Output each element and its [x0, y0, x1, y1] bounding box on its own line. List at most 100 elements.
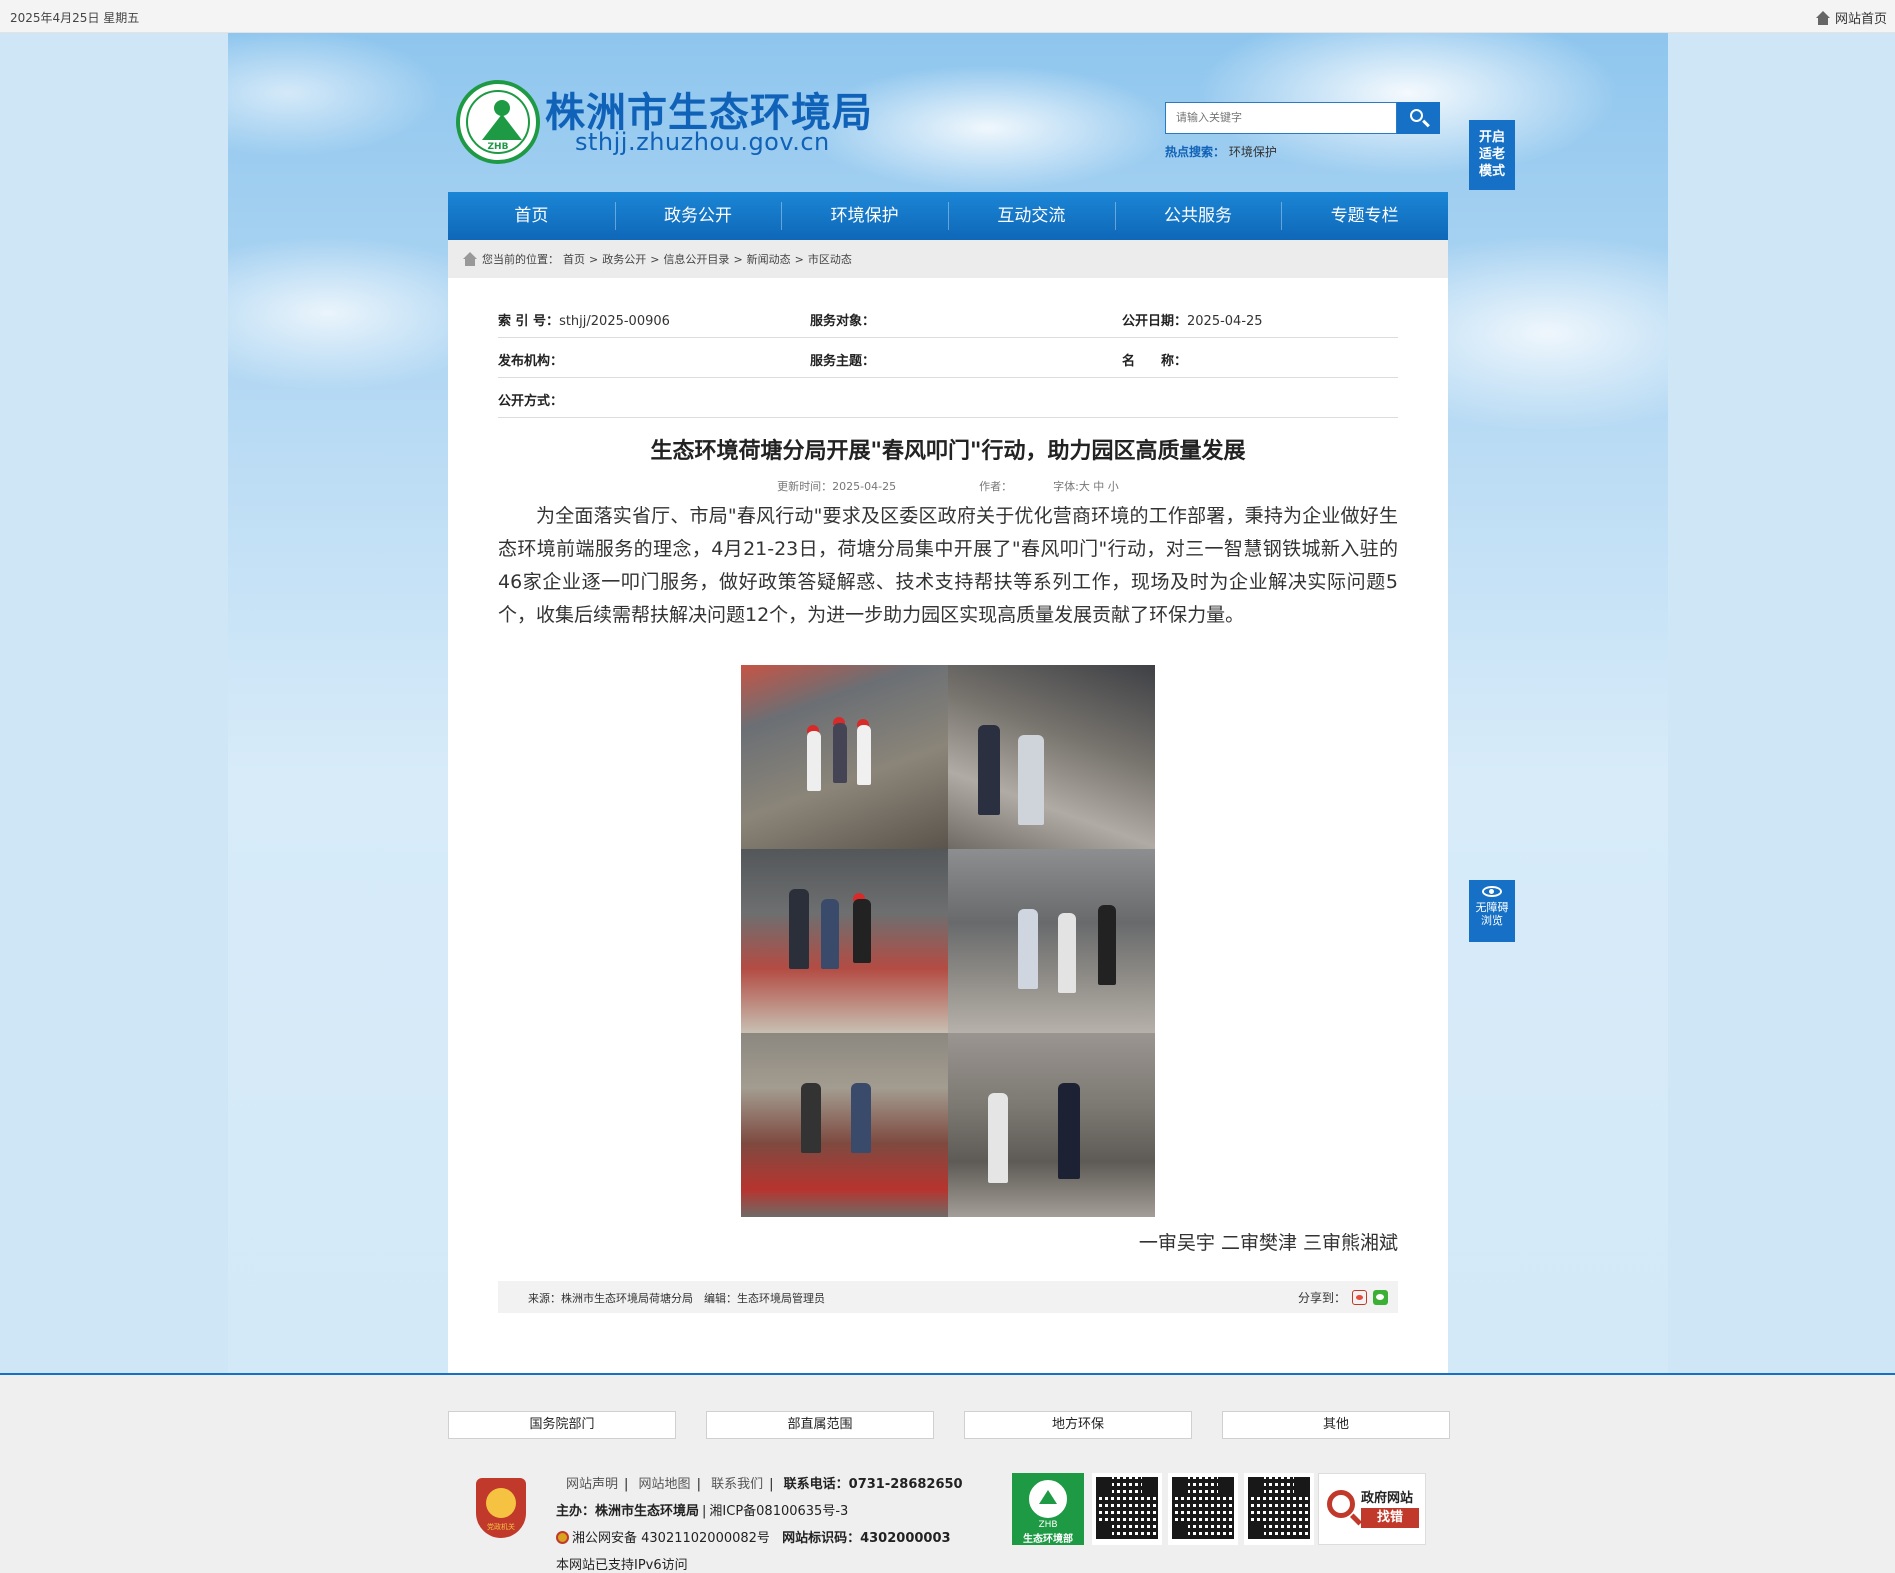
breadcrumb-label: 您当前的位置：: [482, 253, 559, 266]
accessibility-label: 无障碍 浏览: [1475, 901, 1509, 927]
share-bar: 分享到：: [1298, 1289, 1388, 1306]
article-title: 生态环境荷塘分局开展"春风叩门"行动，助力园区高质量发展: [650, 439, 1246, 464]
qr-code-icon: [1244, 1473, 1314, 1545]
breadcrumb-sep: >: [589, 252, 599, 266]
mee-logo-label: 生态环境部: [1023, 1534, 1073, 1545]
hot-search: 热点搜索： 环境保护: [1165, 143, 1277, 160]
search-box: [1165, 102, 1440, 134]
footer-phone: 0731-28682650: [848, 1477, 963, 1492]
photo-tile: [948, 665, 1155, 849]
breadcrumb-item[interactable]: 新闻动态: [747, 251, 791, 267]
font-size-switch[interactable]: 字体:大 中 小: [1053, 480, 1119, 493]
footer-site-id-label: 网站标识码：: [782, 1531, 861, 1546]
site-home-label: 网站首页: [1834, 12, 1887, 27]
mee-logo-link[interactable]: ZHB 生态环境部: [1012, 1473, 1084, 1545]
article-panel: 索 引 号：sthjj/2025-00906 服务对象： 公开日期：2025-0…: [448, 278, 1448, 1373]
footer-info: 网站声明 | 网站地图 | 联系我们 | 联系电话：0731-28682650 主办：…: [556, 1471, 963, 1573]
party-gov-badge-text: 党政机关: [487, 1523, 515, 1531]
meta-row: 发布机构： 服务主题： 名 称：: [498, 338, 1398, 378]
footer-ipv6: 本网站已支持IPv6访问: [556, 1558, 688, 1573]
footer-host: 主办：株洲市生态环境局: [556, 1504, 700, 1519]
eye-icon: [1482, 886, 1502, 897]
breadcrumb-item[interactable]: 市区动态: [808, 251, 852, 267]
meta-org-label: 发布机构：: [498, 354, 564, 369]
party-gov-badge[interactable]: 党政机关: [476, 1478, 526, 1538]
footer-link-sitemap[interactable]: 网站地图: [639, 1477, 691, 1492]
mee-logo-icon: [1029, 1480, 1067, 1518]
qr-code-icon: [1092, 1473, 1162, 1545]
breadcrumb: 您当前的位置： 首页 > 政务公开 > 信息公开目录 > 新闻动态 > 市区动态: [448, 240, 1448, 278]
meta-date-label: 公开日期：: [1122, 314, 1188, 329]
share-label: 分享到：: [1297, 1291, 1346, 1305]
footer-link-contact[interactable]: 联系我们: [711, 1477, 763, 1492]
nav-item-env-protection[interactable]: 环境保护: [781, 192, 948, 240]
breadcrumb-item[interactable]: 政务公开: [602, 251, 646, 267]
search-button[interactable]: [1397, 102, 1440, 134]
footer-select-ministry[interactable]: 部直属范围: [706, 1411, 934, 1439]
meta-date: 公开日期：2025-04-25: [1122, 310, 1263, 329]
qr-code-icon: [1168, 1473, 1238, 1545]
nav-item-gov-affairs[interactable]: 政务公开: [614, 192, 782, 240]
meta-name-label: 名 称：: [1122, 354, 1188, 369]
update-label: 更新时间：: [777, 480, 833, 493]
weibo-icon[interactable]: [1352, 1290, 1367, 1305]
article-source-bar: 来源：株洲市生态环境局荷塘分局 编辑：生态环境局管理员 分享到：: [498, 1281, 1398, 1313]
site-home-link[interactable]: 网站首页: [1815, 8, 1887, 27]
hot-search-label: 热点搜索：: [1165, 145, 1226, 159]
logo-text: ZHB: [487, 142, 509, 152]
nav-item-home[interactable]: 首页: [448, 192, 615, 240]
photo-tile: [741, 849, 948, 1033]
main-nav: 首页 政务公开 环境保护 互动交流 公共服务 专题专栏: [448, 192, 1448, 240]
footer-police[interactable]: 湘公网安备 43021102000082号: [572, 1531, 770, 1546]
breadcrumb-item[interactable]: 首页: [563, 251, 585, 267]
footer-select-local-env[interactable]: 地方环保: [964, 1411, 1192, 1439]
nav-item-public-service[interactable]: 公共服务: [1114, 192, 1282, 240]
nav-item-special-topics[interactable]: 专题专栏: [1281, 192, 1448, 240]
review-signature: 一审吴宇 二审樊津 三审熊湘斌: [1138, 1232, 1398, 1254]
footer: 国务院部门 部直属范围 地方环保 其他 党政机关 网站声明 | 网站地图 | 联系我…: [0, 1373, 1895, 1573]
accessibility-button[interactable]: 无障碍 浏览: [1469, 880, 1515, 942]
article-photo: [741, 665, 1155, 1217]
breadcrumb-sep: >: [733, 252, 743, 266]
search-icon: [1410, 109, 1423, 122]
hot-search-term[interactable]: 环境保护: [1229, 145, 1277, 159]
breadcrumb-sep: >: [650, 252, 660, 266]
breadcrumb-item[interactable]: 信息公开目录: [663, 251, 729, 267]
photo-tile: [741, 665, 948, 849]
footer-select-other[interactable]: 其他: [1222, 1411, 1450, 1439]
photo-tile: [948, 849, 1155, 1033]
search-input[interactable]: [1165, 102, 1397, 134]
logo-mountain: [482, 114, 522, 140]
elder-mode-label: 开启 适老 模式: [1478, 130, 1505, 179]
nav-item-interaction[interactable]: 互动交流: [948, 192, 1115, 240]
footer-site-id: 4302000003: [860, 1531, 951, 1546]
magnifier-icon: [1327, 1490, 1355, 1518]
article-subinfo: 更新时间：2025-04-25 作者： 字体:大 中 小: [498, 478, 1398, 494]
meta-topic-label: 服务主题：: [810, 354, 876, 369]
meta-mode-label: 公开方式：: [498, 394, 564, 409]
footer-host-row: 主办：株洲市生态环境局 | 湘ICP备08100635号-3: [556, 1504, 849, 1519]
footer-select-state-council[interactable]: 国务院部门: [448, 1411, 676, 1439]
wechat-icon[interactable]: [1373, 1290, 1388, 1305]
meta-row: 公开方式：: [498, 378, 1398, 418]
site-logo[interactable]: ZHB: [456, 80, 540, 164]
meta-row: 索 引 号：sthjj/2025-00906 服务对象： 公开日期：2025-0…: [498, 298, 1398, 338]
elder-mode-button[interactable]: 开启 适老 模式: [1469, 120, 1515, 190]
footer-links-row: 网站声明 | 网站地图 | 联系我们 | 联系电话：0731-28682650: [566, 1477, 963, 1492]
meta-date-value: 2025-04-25: [1187, 314, 1263, 329]
gov-site-label: 政府网站: [1361, 1491, 1414, 1506]
article-body: 为全面落实省厅、市局"春风行动"要求及区委区政府关于优化营商环境的工作部署，秉持…: [498, 505, 1398, 626]
breadcrumb-sep: >: [794, 252, 804, 266]
police-badge-icon: [556, 1531, 569, 1544]
footer-icp[interactable]: 湘ICP备08100635号-3: [709, 1504, 848, 1519]
meta-index-label: 索 引 号：: [498, 314, 560, 329]
footer-police-row: 湘公网安备 43021102000082号 网站标识码：4302000003: [556, 1525, 963, 1552]
author-label: 作者：: [979, 480, 1013, 493]
article-meta-table: 索 引 号：sthjj/2025-00906 服务对象： 公开日期：2025-0…: [498, 298, 1398, 418]
gov-site-error-report[interactable]: 政府网站 找错: [1318, 1473, 1426, 1545]
article-source: 来源：株洲市生态环境局荷塘分局 编辑：生态环境局管理员: [528, 1292, 825, 1305]
report-error-label: 找错: [1361, 1508, 1419, 1528]
meta-index: 索 引 号：sthjj/2025-00906: [498, 310, 670, 329]
current-date: 2025年4月25日 星期五: [10, 11, 140, 25]
footer-link-statement[interactable]: 网站声明: [566, 1477, 618, 1492]
